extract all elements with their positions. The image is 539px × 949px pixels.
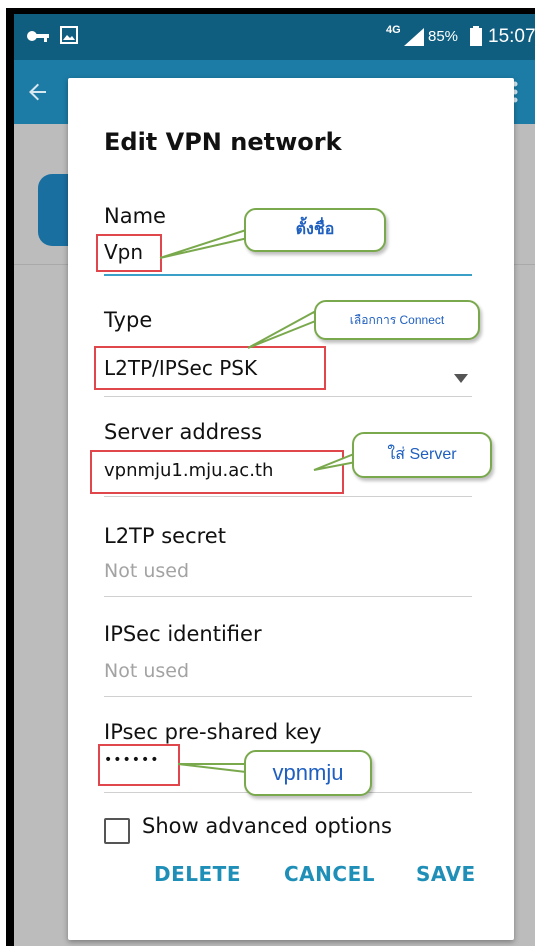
battery-percent: 85% — [428, 28, 459, 45]
ipsec-identifier-underline — [104, 696, 472, 697]
l2tp-secret-field[interactable]: Not used — [104, 560, 189, 582]
psk-callout-text: vpnmju — [272, 760, 344, 785]
show-advanced-label[interactable]: Show advanced options — [142, 814, 392, 838]
battery-icon — [470, 26, 482, 50]
type-callout-text: เลือกการ Connect — [349, 313, 445, 327]
type-highlight — [94, 346, 326, 390]
back-arrow-icon[interactable] — [26, 80, 50, 108]
dropdown-arrow-icon[interactable] — [454, 368, 468, 387]
save-button[interactable]: SAVE — [416, 862, 476, 886]
psk-label: IPsec pre-shared key — [104, 720, 322, 744]
name-callout-text: ตั้งชื่อ — [295, 221, 335, 238]
dialog-title: Edit VPN network — [104, 128, 342, 156]
name-callout: ตั้งชื่อ — [244, 208, 386, 252]
psk-callout: vpnmju — [244, 750, 372, 796]
device-frame: 4G 85% 15:07 Edit VPN network Name Vpn T… — [6, 8, 535, 946]
server-underline — [104, 496, 472, 497]
phone-screen: 4G 85% 15:07 Edit VPN network Name Vpn T… — [14, 14, 535, 946]
ipsec-identifier-label: IPSec identifier — [104, 622, 262, 646]
type-callout: เลือกการ Connect — [314, 300, 480, 340]
delete-button[interactable]: DELETE — [154, 862, 241, 886]
name-label: Name — [104, 204, 166, 228]
server-highlight — [90, 450, 344, 494]
cancel-button[interactable]: CANCEL — [284, 862, 375, 886]
signal-icon — [404, 28, 424, 50]
edit-vpn-dialog: Edit VPN network Name Vpn Type L2TP/IPSe… — [68, 78, 514, 940]
l2tp-secret-label: L2TP secret — [104, 524, 226, 548]
network-type-label: 4G — [386, 24, 401, 36]
server-label: Server address — [104, 420, 263, 444]
vpn-key-icon — [26, 28, 50, 47]
status-bar: 4G 85% 15:07 — [14, 14, 535, 60]
clock: 15:07 — [488, 26, 535, 47]
server-callout: ใส่ Server — [352, 432, 492, 478]
name-underline — [104, 274, 472, 276]
type-label: Type — [104, 308, 153, 332]
ipsec-identifier-field[interactable]: Not used — [104, 660, 189, 682]
type-underline — [104, 396, 472, 397]
server-callout-text: ใส่ Server — [387, 446, 457, 463]
l2tp-secret-underline — [104, 596, 472, 597]
image-notification-icon — [60, 26, 78, 48]
psk-highlight — [98, 744, 180, 786]
name-highlight — [96, 234, 162, 272]
show-advanced-checkbox[interactable] — [104, 818, 130, 844]
